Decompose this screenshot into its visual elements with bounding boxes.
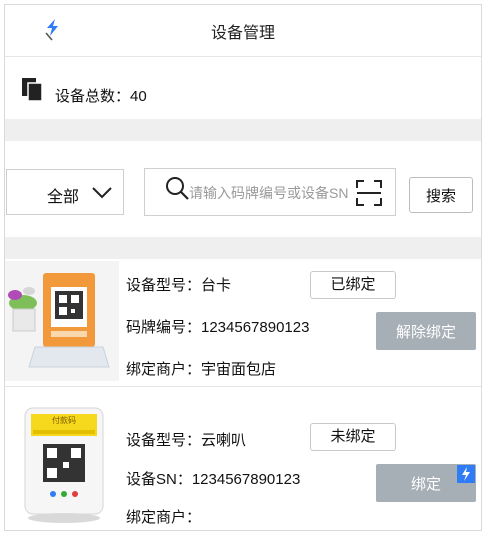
table-stand-image xyxy=(5,261,119,381)
search-box xyxy=(144,168,396,216)
bound-merchant: 绑定商户：宇宙面包店 xyxy=(126,361,277,378)
filter-bar: 全部 搜索 xyxy=(5,141,481,237)
app-frame: 设备管理 设备总数：40 全部 请输入码牌编号或设备SN 搜索 设备型号：台卡 … xyxy=(4,4,482,531)
search-button[interactable]: 搜索 xyxy=(409,177,473,213)
dropdown-value: 全部 xyxy=(47,189,80,206)
device-card: 付款码 设备型号：云喇叭 未绑定 设备SN：1234567890123 绑定 绑… xyxy=(5,388,481,530)
bind-button-label: 绑定 xyxy=(410,475,441,493)
speaker-image: 付款码 xyxy=(23,406,105,524)
sticker-label: 付款码 xyxy=(52,416,76,425)
section-divider xyxy=(5,119,481,141)
search-input[interactable] xyxy=(189,183,359,203)
top-bar: 设备管理 xyxy=(5,5,481,57)
device-icon xyxy=(22,78,44,102)
device-type: 设备型号：台卡 xyxy=(126,277,232,294)
device-total: 设备总数：40 xyxy=(55,88,147,105)
bolt-icon xyxy=(457,465,475,483)
section-divider xyxy=(5,237,481,259)
chevron-down-icon xyxy=(91,186,113,200)
unbind-button[interactable]: 解除绑定 xyxy=(376,312,476,350)
scan-icon[interactable] xyxy=(355,179,383,207)
page-title: 设备管理 xyxy=(210,25,275,42)
device-summary: 设备总数：40 xyxy=(5,57,481,119)
device-card: 设备型号：台卡 已绑定 码牌编号：1234567890123 解除绑定 绑定商户… xyxy=(5,259,481,387)
device-sn: 设备SN：1234567890123 xyxy=(126,471,301,488)
bound-merchant: 绑定商户： xyxy=(126,509,202,526)
status-badge: 已绑定 xyxy=(310,271,396,299)
status-badge: 未绑定 xyxy=(310,423,396,451)
device-type: 设备型号：云喇叭 xyxy=(126,432,247,449)
category-dropdown[interactable]: 全部 xyxy=(6,169,124,215)
device-code: 码牌编号：1234567890123 xyxy=(126,319,310,336)
bind-button[interactable]: 绑定 xyxy=(376,464,476,502)
